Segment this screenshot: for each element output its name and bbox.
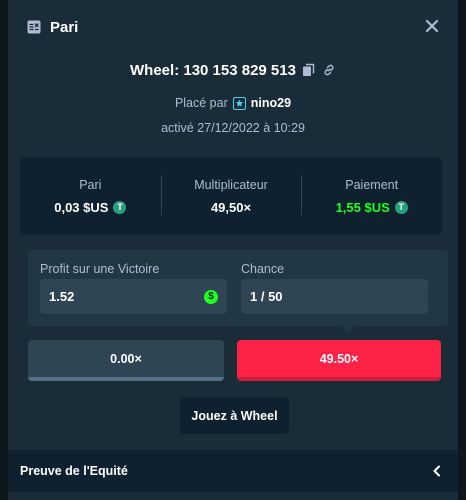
multiplier-high-button[interactable]: 49.50×	[237, 340, 441, 381]
game-id-row: Wheel: 130 153 829 513	[8, 60, 458, 80]
game-id: Wheel: 130 153 829 513	[130, 61, 296, 79]
backdrop-left	[0, 0, 8, 500]
payout-stat: Paiement 1,55 $US T	[301, 157, 442, 235]
bet-details-modal: Pari Wheel: 130 153 829 513 Placé par ni…	[8, 0, 458, 500]
bet-amount-value: 0,03 $US	[54, 199, 109, 215]
modal-title: Pari	[50, 19, 79, 36]
backdrop-right	[458, 0, 466, 500]
profit-chance-panel: Profit sur une Victoire 1.52 $ Chance 1 …	[28, 250, 448, 326]
profit-label: Profit sur une Victoire	[40, 262, 160, 276]
selection-pointer	[341, 326, 355, 333]
bet-stats-panel: Pari 0,03 $US T Multiplicateur 49,50× Pa…	[20, 157, 442, 235]
bet-amount-value-wrap: 0,03 $US T	[54, 199, 127, 215]
chance-field: 1 / 50	[241, 279, 428, 314]
multiplier-label: Multiplicateur	[194, 177, 268, 192]
multiplier-low-button[interactable]: 0.00×	[28, 340, 224, 381]
copy-icon[interactable]	[302, 63, 316, 77]
bet-amount-stat: Pari 0,03 $US T	[20, 157, 161, 235]
close-icon[interactable]	[424, 18, 440, 34]
profit-value: 1.52	[49, 289, 75, 304]
payout-value: 1,55 $US	[335, 199, 390, 215]
activated-date: activé 27/12/2022 à 10:29	[161, 121, 305, 135]
placed-by-label: Placé par	[174, 96, 228, 110]
profit-field: 1.52 $	[40, 279, 227, 314]
chance-value: 1 / 50	[250, 289, 283, 304]
multiplier-value: 49,50×	[210, 199, 252, 215]
provably-fair-section[interactable]: Preuve de l'Equité	[8, 450, 458, 492]
chevron-left-icon[interactable]	[432, 465, 442, 477]
tether-coin-icon: T	[394, 200, 408, 214]
link-icon[interactable]	[322, 63, 336, 77]
tether-coin-icon: T	[113, 200, 127, 214]
play-wheel-button[interactable]: Jouez à Wheel	[180, 397, 289, 434]
username-link[interactable]: nino29	[251, 96, 291, 110]
multiplier-stat: Multiplicateur 49,50×	[160, 157, 302, 235]
dollar-coin-icon: $	[204, 289, 218, 304]
vip-star-icon	[232, 96, 246, 110]
bet-amount-label: Pari	[79, 177, 102, 192]
placed-by-row: Placé par nino29	[8, 95, 458, 111]
payout-label: Paiement	[345, 177, 399, 192]
provably-fair-label: Preuve de l'Equité	[20, 464, 128, 478]
chance-label: Chance	[241, 262, 285, 276]
modal-header: Pari	[8, 0, 458, 56]
bet-slip-icon	[27, 20, 41, 34]
payout-value-wrap: 1,55 $US T	[336, 200, 408, 215]
